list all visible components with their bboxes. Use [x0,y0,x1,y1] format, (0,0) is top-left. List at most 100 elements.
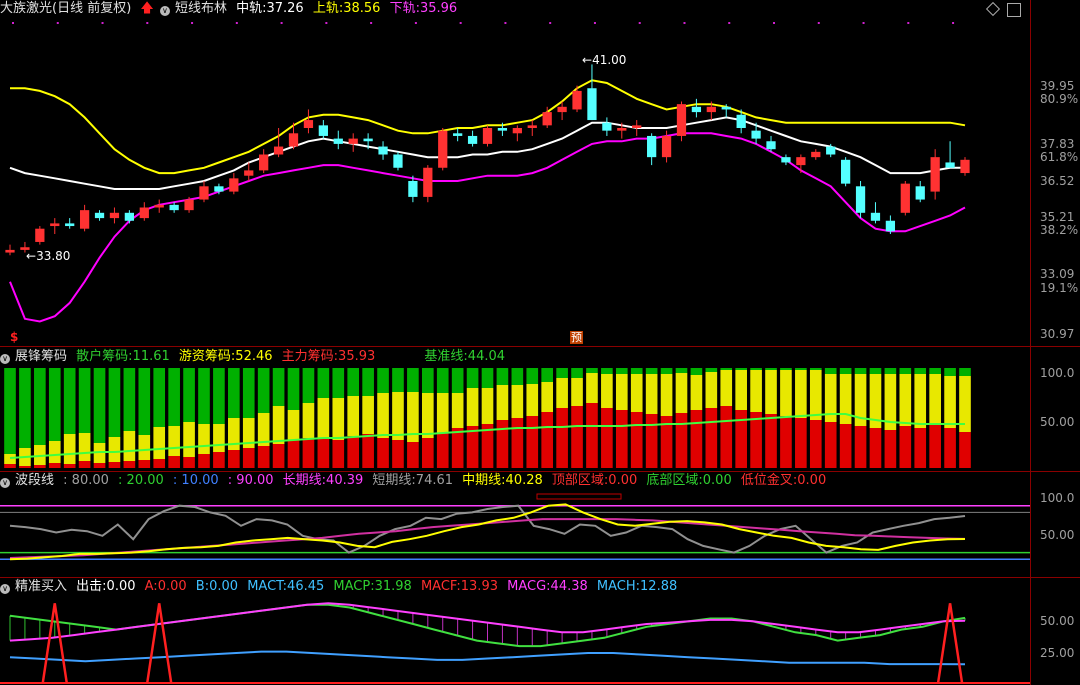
chip-hot-bar [914,374,927,428]
chip-main-bar [959,432,971,468]
candle-body [542,112,552,126]
chip-hot-bar [690,375,703,410]
chip-hot-bar [615,374,628,410]
candle-body [661,135,672,158]
candle-body [94,212,105,219]
chip-retail-bar [556,368,568,378]
chip-hot-bar [123,431,136,461]
high-value: 41.00 [592,53,627,67]
chip-main-bar [780,416,792,468]
candle-body [348,138,358,144]
chip-retail-bar [615,368,628,374]
chip-main-bar [645,414,658,468]
axis-label: 35.21 [1040,210,1075,224]
signal-dot [370,22,373,24]
price-chart [5,22,970,323]
chip-main-bar [750,412,762,468]
signal-dot [817,22,820,24]
candle-body [617,128,627,131]
chip-retail-bar [541,368,554,382]
candle-body [288,133,299,147]
chip-retail-bar [601,368,613,374]
chip-hot-bar [302,403,315,438]
chip-hot-bar [153,427,166,459]
signal-dot [773,22,776,24]
signal-dot [56,22,59,24]
chip-hot-bar [496,385,509,420]
chip-main-bar [615,410,628,468]
chip-retail-bar [795,368,807,370]
chip-hot-bar [795,370,807,418]
chip-retail-bar [929,368,941,374]
chip-retail-bar [93,368,106,443]
strike-spike [145,603,173,684]
chip-main-bar [63,464,76,468]
chip-main-bar [108,462,121,468]
top-zone-box [536,493,622,500]
candle-body [602,122,612,131]
chip-hot-bar [735,370,747,410]
lower-band-line [9,132,966,323]
axis-label: 25.00 [1040,646,1075,660]
signal-dot [952,22,955,24]
chip-hot-bar [944,376,956,428]
chip-main-bar [869,428,882,468]
signal-dot [12,22,14,24]
chip-retail-bar [809,368,822,370]
chip-retail-bar [436,368,449,393]
chip-retail-bar [660,368,673,374]
chip-main-bar [272,444,285,468]
candle-body [900,183,910,213]
candle-body [855,186,866,213]
candle-body [229,178,239,192]
chip-retail-bar [4,368,16,454]
signal-dot [683,22,686,24]
chips-panel[interactable]: ∨ 展锋筹码 散户筹码:11.61 游资筹码:52.46 主力筹码:35.93 基… [0,348,1080,470]
signal-dot [459,22,462,24]
candle-body [796,157,806,166]
chip-hot-bar [183,422,195,457]
candle-body [35,228,45,242]
candle-body [333,138,343,144]
axis-label: 50.00 [1040,415,1075,429]
axis-label: 100.0 [1040,366,1075,380]
strike-spike [936,603,964,684]
candle-body [691,106,702,113]
candle-body [214,186,224,192]
candle-body [184,199,194,211]
chip-hot-bar [645,374,658,414]
candle-body [706,106,716,113]
chip-retail-bar [347,368,360,396]
candle-body [259,154,269,171]
chip-retail-bar [228,368,240,418]
axis-label: 33.09 [1040,267,1075,281]
chip-main-bar [795,418,807,468]
chips-chart [4,368,971,468]
chip-retail-bar [421,368,434,393]
chip-hot-bar [571,378,583,406]
chip-retail-bar [496,368,509,385]
chip-retail-bar [959,368,971,376]
chip-hot-bar [421,393,434,438]
chip-main-bar [735,410,747,468]
chip-retail-bar [466,368,479,388]
chip-hot-bar [556,378,568,408]
axis-label: 61.8% [1040,150,1079,164]
chip-hot-bar [78,433,91,461]
signal-dot [280,22,283,24]
buy-panel[interactable]: ∨ 精准买入 出击:0.00 A:0.00 B:0.00 MACT:46.45 M… [0,578,1080,685]
signal-dot [325,22,328,24]
high-annotation: ←41.00 [582,53,627,67]
price-panel[interactable]: 大族激光(日线 前复权) 🡅 ∨ 短线布林 中轨:37.26 上轨:38.56 下… [0,0,1080,346]
chip-retail-bar [705,368,718,372]
wave-panel[interactable]: ∨ 波段线 : 80.00 : 20.00 : 10.00 : 90.00 长期线… [0,472,1080,576]
chip-hot-bar [4,454,16,464]
chip-main-bar [257,446,270,468]
chip-hot-bar [168,426,180,456]
chip-main-bar [765,414,777,468]
candle-body [408,181,418,197]
chip-hot-bar [392,392,404,440]
chip-retail-bar [183,368,195,422]
chip-hot-bar [436,393,449,433]
chip-retail-bar [780,368,792,370]
